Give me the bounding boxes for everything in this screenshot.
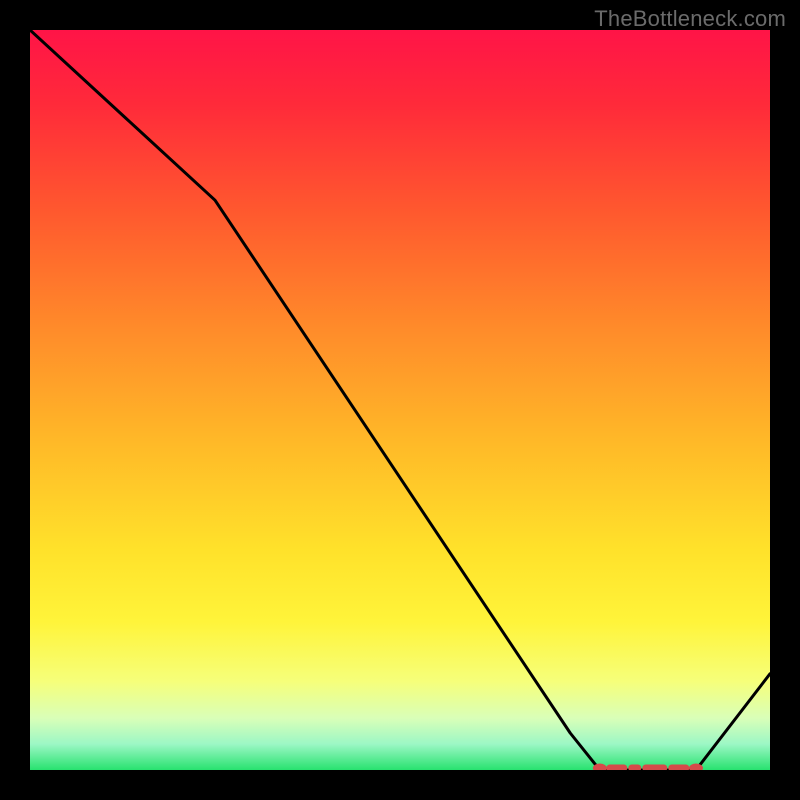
chart-svg — [30, 30, 770, 770]
gradient-background — [30, 30, 770, 770]
watermark-text: TheBottleneck.com — [594, 6, 786, 32]
plot-area — [30, 30, 770, 770]
chart-frame: TheBottleneck.com — [0, 0, 800, 800]
